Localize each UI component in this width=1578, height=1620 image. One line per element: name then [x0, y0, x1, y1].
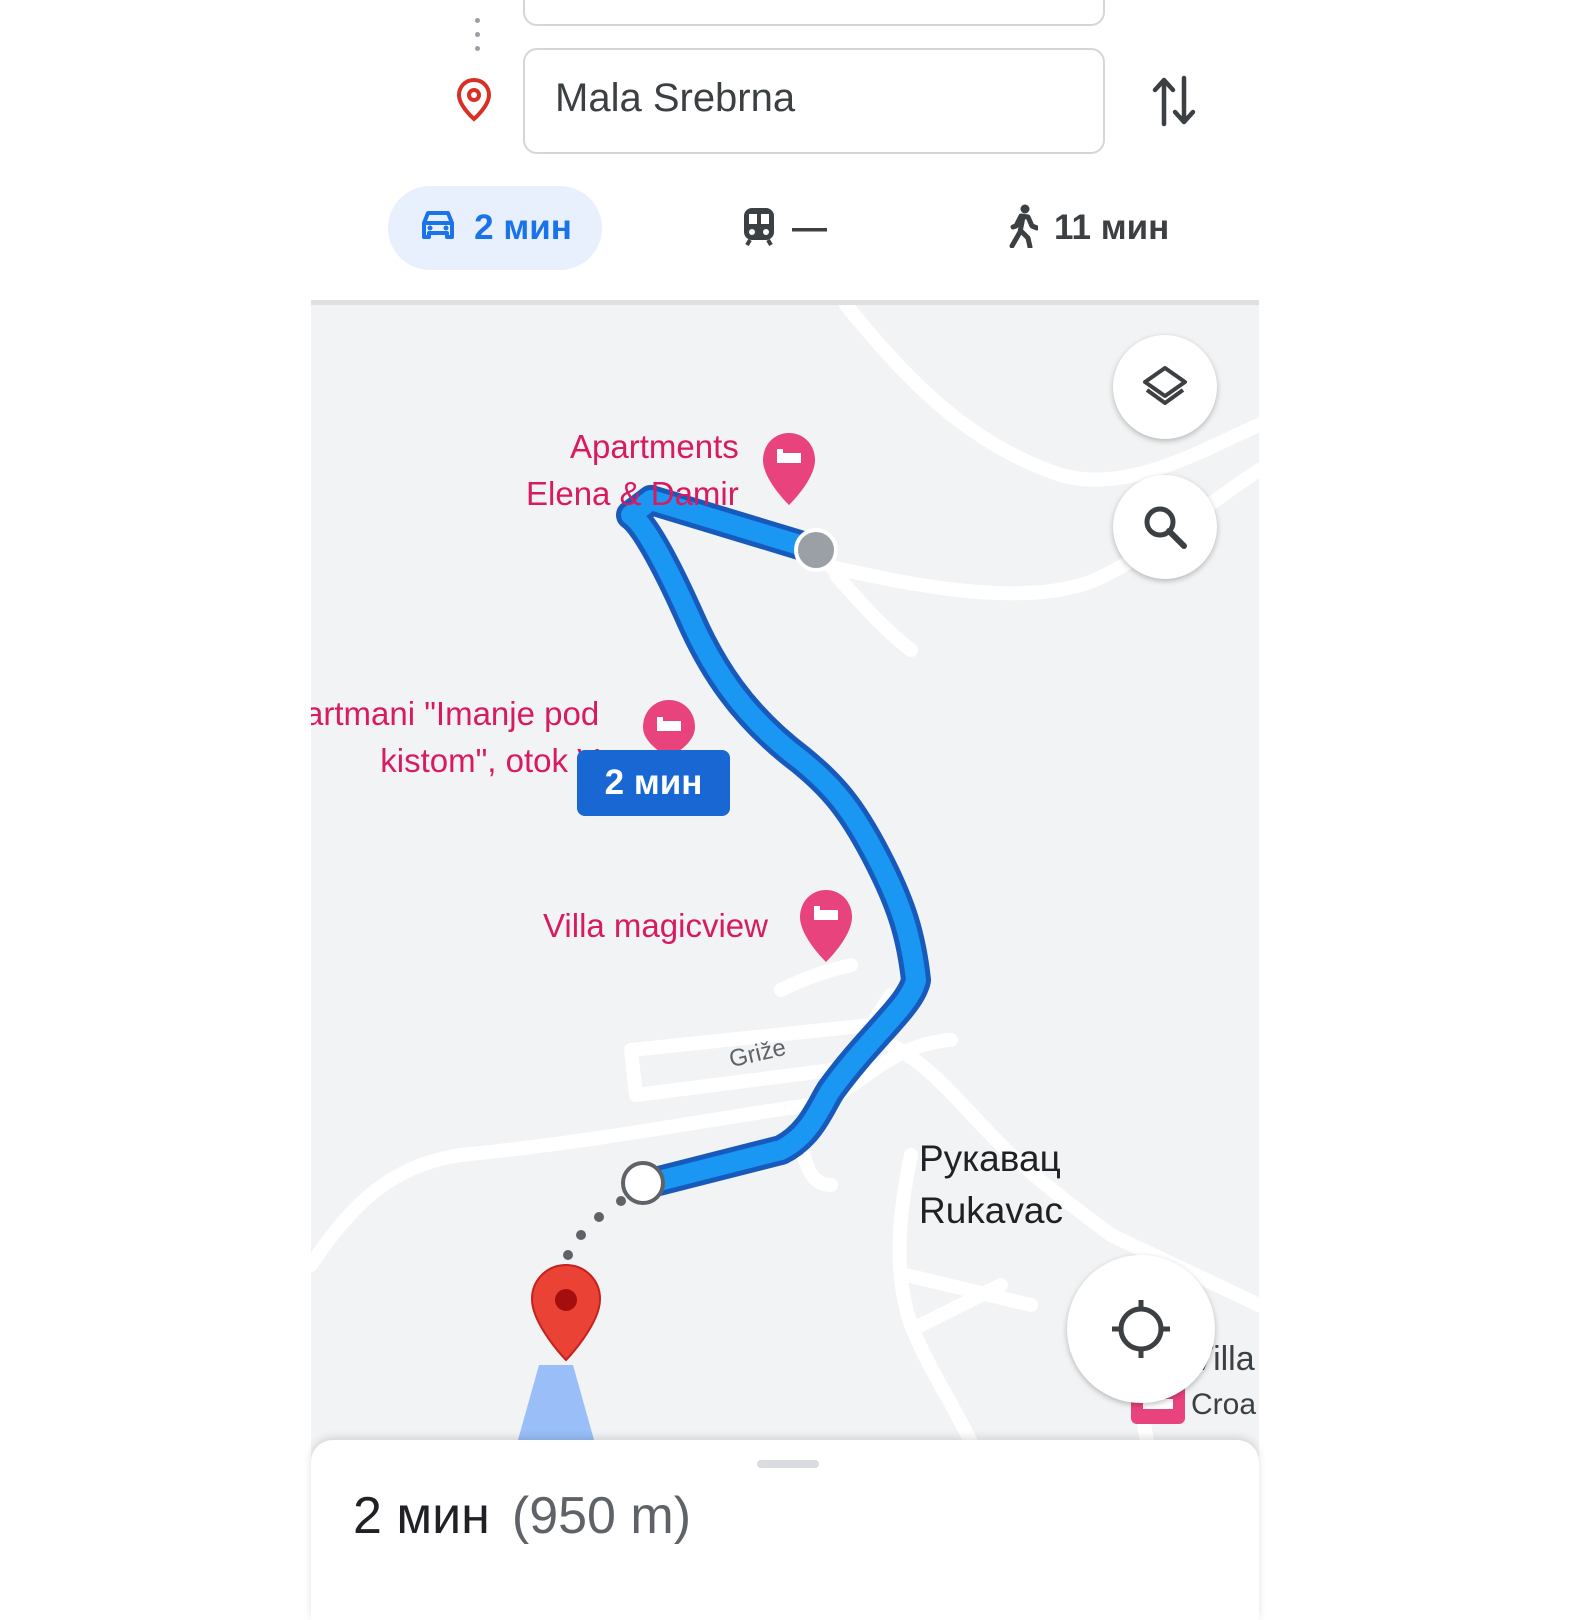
destination-input[interactable]: Mala Srebrna — [523, 48, 1105, 154]
town-label-cyrillic: Рукавац — [919, 1138, 1061, 1179]
hotel-icon — [800, 890, 852, 962]
transit-time: — — [792, 208, 827, 247]
poi-label-line: kistom", otok V — [380, 742, 600, 779]
route-summary: 2 мин (950 m) — [353, 1486, 691, 1546]
search-icon — [1144, 506, 1187, 549]
my-location-icon — [1112, 1300, 1170, 1358]
car-icon — [418, 209, 458, 248]
poi-label-line: Villa magicview — [543, 907, 768, 944]
my-location-button[interactable] — [1067, 1255, 1215, 1403]
summary-time: 2 мин — [353, 1487, 490, 1545]
drive-time: 2 мин — [474, 208, 572, 247]
tab-drive[interactable]: 2 мин — [388, 186, 602, 270]
swap-icon[interactable] — [1152, 74, 1196, 133]
drag-handle[interactable] — [757, 1460, 819, 1468]
layers-button[interactable] — [1113, 335, 1217, 439]
travel-mode-tabs: 2 мин — 11 мин — [0, 186, 1578, 270]
route-time-bubble[interactable]: 2 мин — [577, 750, 730, 816]
tab-walk[interactable]: 11 мин — [1008, 186, 1169, 270]
town-label-latin: Rukavac — [919, 1190, 1063, 1231]
origin-input[interactable] — [523, 0, 1105, 26]
town-label: Рукавац Rukavac — [919, 1133, 1063, 1237]
transit-icon — [742, 206, 776, 251]
poi-apartments-elena-damir[interactable]: Apartments Elena & Damir — [526, 423, 739, 517]
hotel-icon — [643, 700, 695, 757]
edge-poi-label: Croa — [1191, 1388, 1257, 1421]
hotel-icon — [763, 433, 815, 505]
destination-marker-icon — [530, 1263, 602, 1362]
search-button[interactable] — [1113, 475, 1217, 579]
poi-imanje-pod-kistom[interactable]: artmani "Imanje pod kistom", otok V — [311, 690, 599, 784]
destination-value: Mala Srebrna — [555, 76, 796, 120]
tab-transit[interactable]: — — [742, 186, 827, 270]
summary-distance: (950 m) — [511, 1487, 692, 1545]
layers-icon — [1143, 366, 1187, 405]
walk-time: 11 мин — [1054, 208, 1170, 247]
destination-pin-icon — [456, 77, 492, 127]
walk-icon — [1008, 204, 1040, 253]
poi-label-line: Elena & Damir — [526, 475, 739, 512]
poi-label-line: Apartments — [570, 428, 739, 465]
map-view[interactable]: Apartments Elena & Damir artmani "Imanje… — [311, 300, 1259, 1465]
route-summary-sheet[interactable]: 2 мин (950 m) — [311, 1440, 1259, 1620]
poi-label-line: artmani "Imanje pod — [311, 695, 600, 732]
route-dots — [475, 18, 481, 60]
poi-villa-magicview[interactable]: Villa magicview — [543, 902, 768, 949]
